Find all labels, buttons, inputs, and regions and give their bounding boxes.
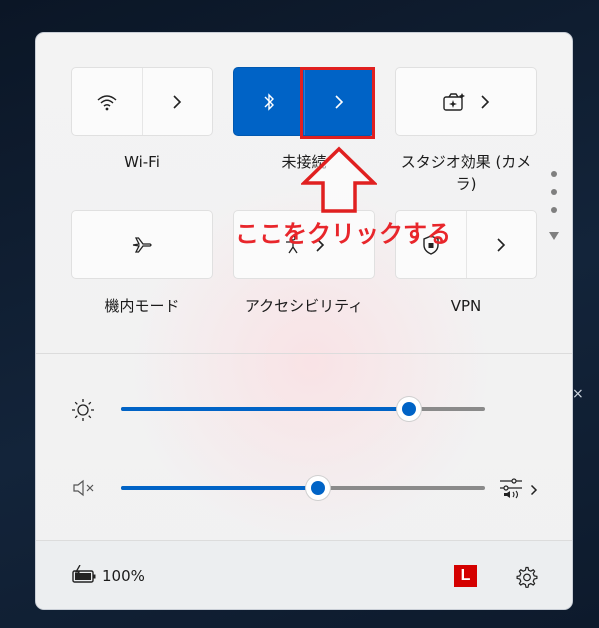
- vpn-expand-button[interactable]: [465, 211, 537, 278]
- brightness-slider-thumb[interactable]: [396, 397, 421, 421]
- section-divider: [36, 353, 572, 354]
- wifi-toggle[interactable]: [72, 68, 142, 135]
- airplane-mode-toggle[interactable]: [72, 211, 212, 278]
- wifi-label: Wi-Fi: [124, 153, 160, 171]
- volume-slider-fill: [121, 486, 318, 490]
- speaker-muted-icon[interactable]: [72, 477, 98, 503]
- scroll-down-icon[interactable]: [549, 225, 559, 244]
- accessibility-label: アクセシビリティ: [244, 297, 364, 315]
- volume-slider[interactable]: [121, 476, 485, 500]
- page-indicator[interactable]: [549, 171, 559, 244]
- annotation-highlight-box: [300, 67, 375, 139]
- wifi-icon: [96, 93, 118, 111]
- wifi-tile[interactable]: [71, 67, 213, 136]
- brightness-icon: [70, 397, 96, 427]
- battery-percentage[interactable]: 100%: [102, 567, 145, 585]
- airplane-icon: [131, 236, 153, 254]
- audio-output-icon: [498, 476, 524, 504]
- airplane-mode-label: 機内モード: [104, 297, 180, 315]
- annotation-up-arrow-icon: [299, 146, 379, 218]
- battery-charging-icon[interactable]: [71, 564, 99, 589]
- bluetooth-icon: [263, 92, 275, 112]
- studio-effects-label: スタジオ効果 (カメラ): [400, 153, 532, 193]
- studio-effects-button[interactable]: [396, 68, 536, 135]
- chevron-right-icon: [172, 94, 182, 110]
- volume-slider-thumb[interactable]: [305, 476, 330, 500]
- app-badge[interactable]: L: [454, 565, 477, 587]
- airplane-mode-tile[interactable]: [71, 210, 213, 279]
- wifi-expand-button[interactable]: [141, 68, 213, 135]
- page-dot[interactable]: [551, 189, 557, 195]
- gear-icon[interactable]: [515, 565, 539, 593]
- page-dot[interactable]: [551, 207, 557, 213]
- background-close-glyph: ×: [572, 386, 584, 402]
- chevron-right-icon: [530, 481, 538, 500]
- chevron-right-icon: [480, 94, 490, 110]
- chevron-right-icon: [496, 237, 506, 253]
- brightness-slider[interactable]: [121, 397, 485, 421]
- vpn-label: VPN: [450, 297, 482, 315]
- camera-effects-icon: [442, 92, 466, 112]
- audio-output-button[interactable]: [498, 476, 538, 504]
- brightness-slider-fill: [121, 407, 409, 411]
- studio-effects-tile[interactable]: [395, 67, 537, 136]
- page-dot[interactable]: [551, 171, 557, 177]
- bluetooth-toggle[interactable]: [234, 68, 304, 135]
- annotation-instruction-text: ここをクリックする: [235, 220, 451, 248]
